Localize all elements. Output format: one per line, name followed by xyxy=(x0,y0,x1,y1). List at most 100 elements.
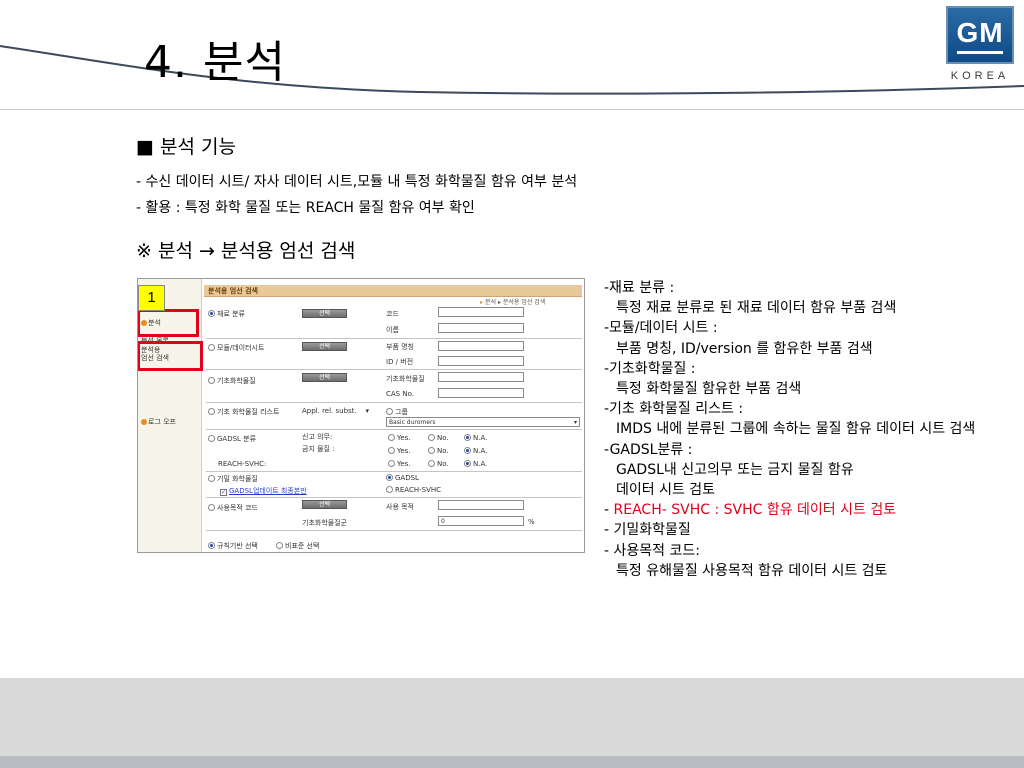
radio-icon xyxy=(386,486,393,493)
label-part-name: 부품 명칭 xyxy=(386,343,414,351)
description-text: -모듈/데이터 시트 : xyxy=(604,320,718,337)
label-code: 코드 xyxy=(386,310,399,318)
description-text: -기초화학물질 : xyxy=(604,360,696,377)
description-line: -모듈/데이터 시트 : xyxy=(604,318,1004,338)
radio-rule-based[interactable]: 규칙기반 선택 xyxy=(208,541,258,551)
description-text: -기초 화학물질 리스트 : xyxy=(604,401,744,418)
radio-reach-yes[interactable]: Yes. xyxy=(388,460,411,468)
radio-option-reach-svhc[interactable]: REACH-SVHC xyxy=(386,486,441,494)
step-number-badge: 1 xyxy=(138,285,165,311)
description-text: IMDS 내에 분류된 그룹에 속하는 물질 함유 데이터 시트 검색 xyxy=(616,421,976,438)
radio-material-classification[interactable]: 재료 분류 xyxy=(208,309,245,319)
row-usage-code: 사용목적 코드 선택 사용 목적 기초화학물질군 0 % xyxy=(206,498,582,531)
description-line: 특정 재료 분류로 된 재료 데이터 함유 부품 검색 xyxy=(604,298,1004,318)
select-button[interactable]: 선택 xyxy=(302,309,347,318)
radio-selected-icon xyxy=(464,460,471,467)
description-text: 특정 화학물질 함유한 부품 검색 xyxy=(616,381,802,398)
row-material-classification: 재료 분류 선택 코드 이름 xyxy=(206,305,582,339)
label-id-version: ID / 버전 xyxy=(386,358,414,366)
radio-icon xyxy=(208,435,215,442)
radio-declare-no[interactable]: No. xyxy=(428,434,449,442)
radio-icon xyxy=(208,504,215,511)
radio-selected-icon xyxy=(464,434,471,441)
description-line: 특정 화학물질 함유한 부품 검색 xyxy=(604,379,1004,399)
description-text: - 사용목적 코드: xyxy=(604,542,700,559)
description-line: -기초 화학물질 리스트 : xyxy=(604,399,1004,419)
label-prohibit: 금지 물질 : xyxy=(302,445,335,453)
description-text: 특정 유해물질 사용목적 함유 데이터 시트 검토 xyxy=(616,562,888,579)
description-prefix: - xyxy=(604,502,614,519)
name-input[interactable] xyxy=(438,323,524,333)
radio-icon xyxy=(428,447,435,454)
radio-reach-no[interactable]: No. xyxy=(428,460,449,468)
description-text: GADSL내 신고의무 또는 금지 물질 함유 xyxy=(616,461,854,478)
radio-reach-na[interactable]: N.A. xyxy=(464,460,487,468)
percentage-input[interactable]: 0 xyxy=(438,516,524,526)
description-line: -GADSL분류 : xyxy=(604,440,1004,460)
description-line: 데이터 시트 검토 xyxy=(604,480,1004,500)
radio-non-standard[interactable]: 비표준 선택 xyxy=(276,541,319,551)
description-line: IMDS 내에 분류된 그룹에 속하는 물질 함유 데이터 시트 검색 xyxy=(604,419,1004,439)
radio-selected-icon xyxy=(464,447,471,454)
description-list: -재료 분류 : 특정 재료 분류로 된 재료 데이터 함유 부품 검색 -모듈/데… xyxy=(604,278,1004,581)
gadsl-update-link[interactable]: GADSL업데이트 최종본만 xyxy=(229,487,307,495)
id-version-input[interactable] xyxy=(438,356,524,366)
radio-confidential[interactable]: 기밀 화학물질 xyxy=(208,474,258,484)
checkbox-checked-icon: ✓ xyxy=(220,489,227,496)
group-select[interactable]: Basic duromers ▾ xyxy=(386,417,580,427)
label-basic-substance: 기초화학물질 xyxy=(386,375,425,383)
radio-icon xyxy=(208,344,215,351)
radio-module-datasheet[interactable]: 모듈/데이터시트 xyxy=(208,343,264,353)
substance-list-dropdown[interactable]: Appl. rel. subst. ▾ xyxy=(302,407,369,415)
slide-title: 4. 분석 xyxy=(144,37,286,88)
radio-option-gadsl[interactable]: GADSL xyxy=(386,474,419,482)
highlight-box-selected-search xyxy=(138,341,203,371)
select-button[interactable]: 선택 xyxy=(302,342,347,351)
dropdown-arrow-icon: ▾ xyxy=(356,407,370,415)
bullet-dot-icon xyxy=(141,419,147,425)
usage-input[interactable] xyxy=(438,500,524,510)
radio-prohibit-yes[interactable]: Yes. xyxy=(388,447,411,455)
radio-selected-icon xyxy=(208,542,215,549)
screenshot-page-header: 분석용 엄선 검색 xyxy=(204,285,582,297)
label-reach-svhc: REACH-SVHC: xyxy=(218,460,267,468)
percent-unit: % xyxy=(528,518,535,526)
radio-substance-list[interactable]: 기초 화학물질 리스트 xyxy=(208,407,279,417)
description-line: - 사용목적 코드: xyxy=(604,541,1004,561)
radio-declare-yes[interactable]: Yes. xyxy=(388,434,411,442)
radio-usage-code[interactable]: 사용목적 코드 xyxy=(208,503,258,513)
cas-no-input[interactable] xyxy=(438,388,524,398)
part-name-input[interactable] xyxy=(438,341,524,351)
description-line: - 기밀화학물질 xyxy=(604,520,1004,540)
description-line: - REACH- SVHC : SVHC 함유 데이터 시트 검토 xyxy=(604,500,1004,520)
analysis-search-screenshot: 분석 분석 목록 분석용 엄선 검색 로그 오프 1 분석용 엄선 검색 분석 … xyxy=(137,278,585,553)
basic-substance-input[interactable] xyxy=(438,372,524,382)
select-button[interactable]: 선택 xyxy=(302,500,347,509)
radio-selected-icon xyxy=(208,310,215,317)
subsection-heading: ※ 분석 → 분석용 엄선 검색 xyxy=(136,240,356,262)
radio-icon xyxy=(386,408,393,415)
radio-icon xyxy=(388,460,395,467)
description-line: 부품 명칭, ID/version 를 함유한 부품 검색 xyxy=(604,339,1004,359)
code-input[interactable] xyxy=(438,307,524,317)
gm-logo-mark: GM xyxy=(946,6,1014,64)
radio-basic-substance[interactable]: 기초화학물질 xyxy=(208,376,256,386)
description-text: REACH- SVHC : SVHC 함유 데이터 시트 검토 xyxy=(613,502,897,519)
row-module-datasheet: 모듈/데이터시트 선택 부품 명칭 ID / 버전 xyxy=(206,339,582,370)
label-declare: 신고 의무: xyxy=(302,433,333,441)
description-line: -기초화학물질 : xyxy=(604,359,1004,379)
gadsl-update-checkbox[interactable]: ✓ GADSL업데이트 최종본만 xyxy=(220,486,307,496)
radio-gadsl[interactable]: GADSL 분류 xyxy=(208,434,256,444)
slide-footer-stripe xyxy=(0,756,1024,768)
highlight-box-analysis xyxy=(138,309,199,337)
row-substance-list: 기초 화학물질 리스트 Appl. rel. subst. ▾ 그룹 Basic… xyxy=(206,403,582,430)
radio-declare-na[interactable]: N.A. xyxy=(464,434,487,442)
description-text: 데이터 시트 검토 xyxy=(616,482,716,499)
select-button[interactable]: 선택 xyxy=(302,373,347,382)
radio-group[interactable]: 그룹 xyxy=(386,407,408,417)
radio-prohibit-no[interactable]: No. xyxy=(428,447,449,455)
sidebar-item-logoff[interactable]: 로그 오프 xyxy=(141,417,176,427)
description-line: GADSL내 신고의무 또는 금지 물질 함유 xyxy=(604,460,1004,480)
gm-logo-subtitle: KOREA xyxy=(950,70,1010,82)
radio-prohibit-na[interactable]: N.A. xyxy=(464,447,487,455)
